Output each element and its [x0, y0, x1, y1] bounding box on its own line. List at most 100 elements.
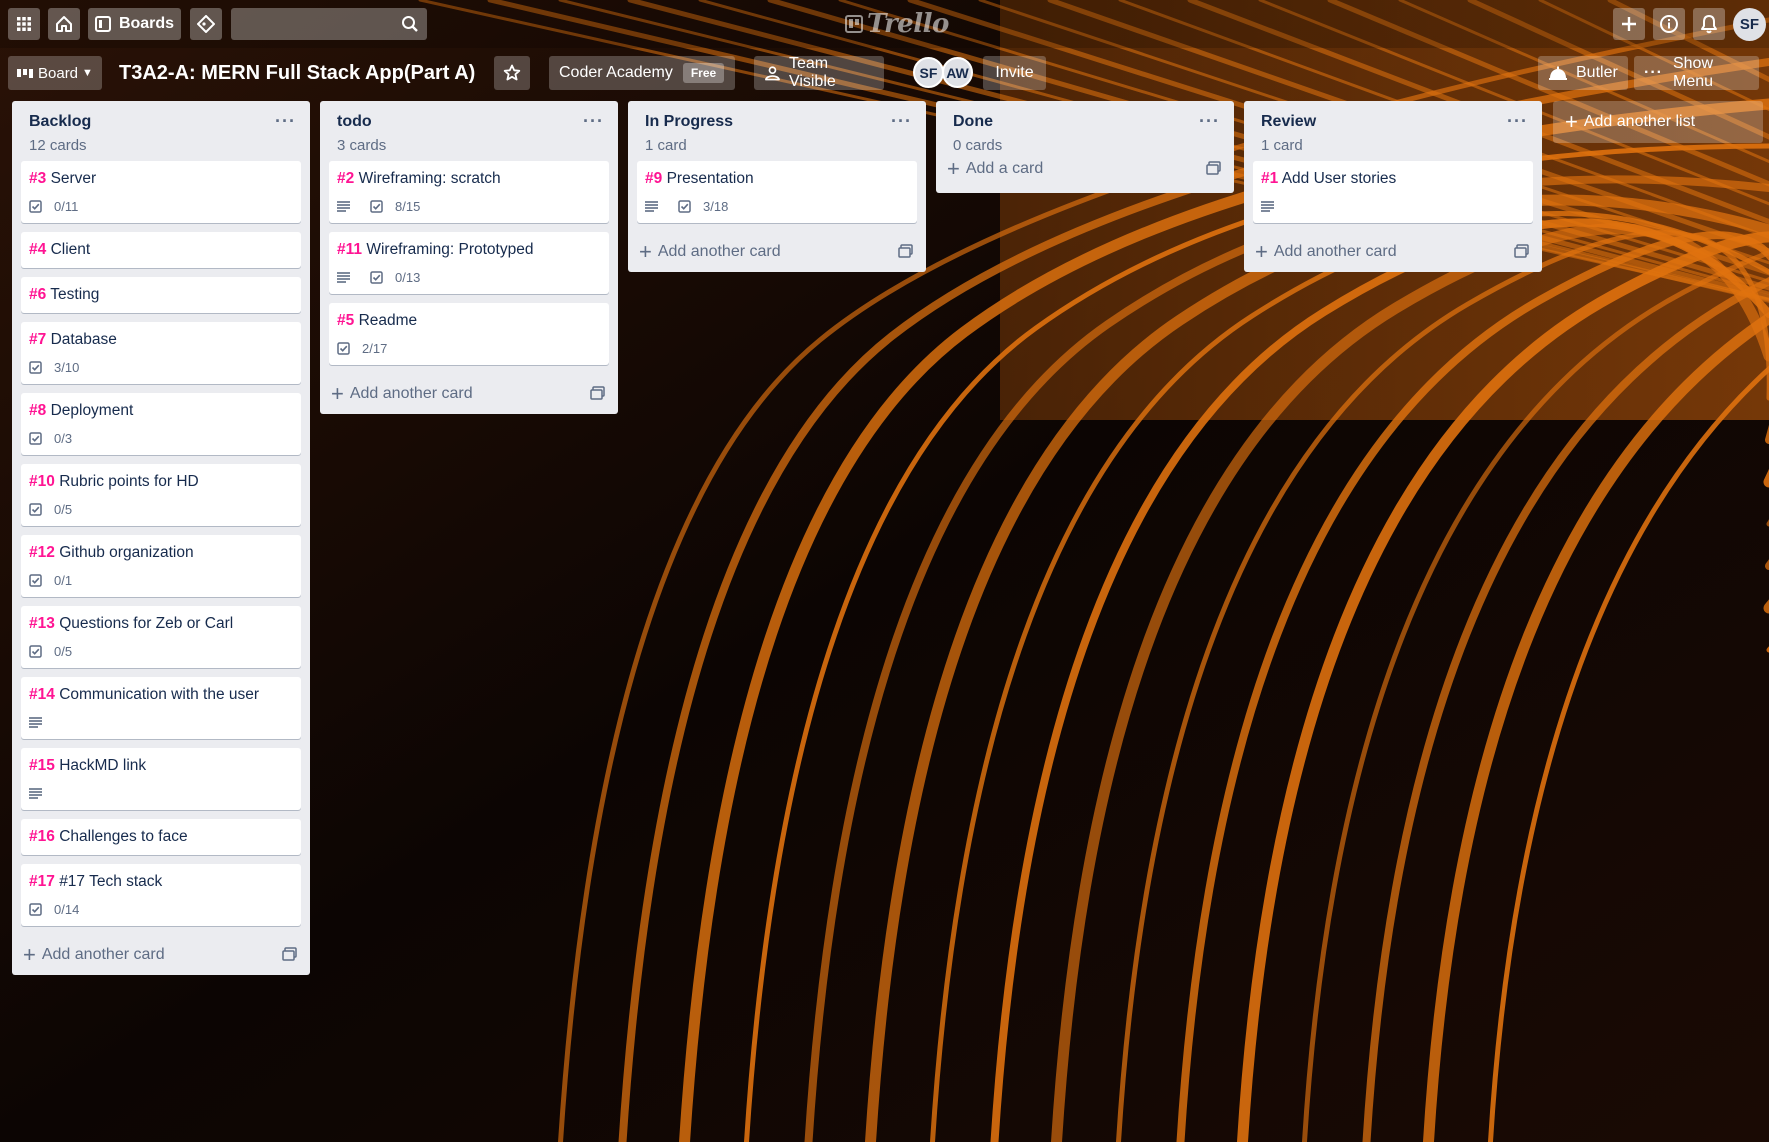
checklist-badge: 0/3: [29, 431, 72, 446]
card-template-icon[interactable]: [898, 244, 913, 263]
card[interactable]: #3 Server 0/11: [21, 161, 301, 223]
card-template-icon[interactable]: [1514, 244, 1529, 263]
chevron-down-icon: ▼: [82, 67, 93, 79]
browse-tag-icon[interactable]: [190, 8, 222, 40]
add-card-button[interactable]: + Add another card: [329, 374, 609, 414]
card[interactable]: #12 Github organization 0/1: [21, 535, 301, 597]
card-badges: [29, 782, 293, 804]
star-board-button[interactable]: [494, 56, 530, 90]
card[interactable]: #9 Presentation 3/18: [637, 161, 917, 223]
card-badges: 8/15: [337, 195, 601, 217]
list-menu-icon[interactable]: ···: [583, 111, 604, 132]
checklist-count: 3/10: [54, 359, 80, 375]
card[interactable]: #14 Communication with the user: [21, 677, 301, 739]
checklist-count: 2/17: [362, 340, 388, 356]
list-menu-icon[interactable]: ···: [891, 111, 912, 132]
member-avatar[interactable]: SF: [913, 57, 944, 88]
list-menu-icon[interactable]: ···: [275, 111, 296, 132]
visibility-button[interactable]: Team Visible: [754, 55, 884, 90]
boards-button[interactable]: Boards: [88, 8, 181, 40]
description-icon: [337, 200, 356, 212]
user-avatar[interactable]: SF: [1733, 8, 1766, 41]
add-card-label: Add another card: [657, 243, 781, 260]
list-name[interactable]: In Progress: [645, 113, 909, 131]
card[interactable]: #15 HackMD link: [21, 748, 301, 810]
board-title[interactable]: T3A2-A: MERN Full Stack App(Part A): [119, 56, 475, 90]
add-another-list-button[interactable]: + Add another list: [1553, 101, 1763, 143]
card-title-text: Add User stories: [1281, 170, 1397, 187]
card[interactable]: #17 #17 Tech stack 0/14: [21, 864, 301, 926]
checklist-badge: 0/5: [29, 502, 72, 517]
card-number: #17: [29, 873, 55, 890]
more-dots-icon: ···: [1644, 64, 1663, 81]
card-badges: 0/13: [337, 266, 601, 288]
list-menu-icon[interactable]: ···: [1199, 111, 1220, 132]
card-number: #12: [29, 544, 55, 561]
top-header-bar: Boards Trello SF: [0, 0, 1769, 48]
card-number: #8: [29, 402, 47, 419]
plus-icon: +: [947, 156, 960, 181]
card-template-icon[interactable]: [590, 386, 605, 405]
card[interactable]: #1 Add User stories: [1253, 161, 1533, 223]
butler-button[interactable]: Butler: [1538, 56, 1628, 90]
list-name[interactable]: Review: [1261, 113, 1525, 131]
invite-button[interactable]: Invite: [983, 56, 1046, 90]
checklist-count: 8/15: [395, 198, 421, 214]
card-title-text: Rubric points for HD: [59, 473, 199, 490]
card-title: #12 Github organization: [29, 543, 293, 563]
member-avatar[interactable]: AW: [942, 57, 973, 88]
member-initials: SF: [919, 64, 938, 81]
card-badges: 3/10: [29, 356, 293, 378]
boards-icon: [94, 16, 111, 32]
search-icon[interactable]: [401, 15, 419, 33]
checklist-badge: 0/5: [29, 644, 72, 659]
card-title: #10 Rubric points for HD: [29, 472, 293, 492]
card-template-icon[interactable]: [282, 947, 297, 966]
card[interactable]: #16 Challenges to face: [21, 819, 301, 855]
list-name[interactable]: Backlog: [29, 113, 293, 131]
card[interactable]: #8 Deployment 0/3: [21, 393, 301, 455]
card-badges: 0/5: [29, 498, 293, 520]
card[interactable]: #10 Rubric points for HD 0/5: [21, 464, 301, 526]
search-input[interactable]: [231, 8, 397, 40]
list-backlog: Backlog 12 cards ··· #3 Server 0/11 #4 Client…: [12, 101, 310, 975]
card[interactable]: #11 Wireframing: Prototyped 0/13: [329, 232, 609, 294]
add-card-button[interactable]: + Add another card: [21, 935, 301, 975]
card[interactable]: #6 Testing: [21, 277, 301, 313]
add-card-button[interactable]: + Add a card: [945, 149, 1225, 189]
add-card-button[interactable]: + Add another card: [637, 232, 917, 272]
notifications-bell-icon[interactable]: [1693, 8, 1725, 40]
card[interactable]: #4 Client: [21, 232, 301, 268]
add-card-label: Add a card: [965, 160, 1044, 177]
user-avatar-initials: SF: [1739, 16, 1760, 33]
card-badges: 0/11: [29, 195, 293, 217]
card[interactable]: #5 Readme 2/17: [329, 303, 609, 365]
card[interactable]: #13 Questions for Zeb or Carl 0/5: [21, 606, 301, 668]
description-icon: [645, 200, 664, 212]
card-title: #14 Communication with the user: [29, 685, 293, 705]
team-button[interactable]: Coder Academy Free: [549, 56, 735, 90]
list-name[interactable]: todo: [337, 113, 601, 131]
checklist-count: 0/3: [54, 430, 73, 446]
create-plus-icon[interactable]: [1613, 8, 1645, 40]
card-badges: 0/3: [29, 427, 293, 449]
search-box: [231, 8, 427, 40]
card[interactable]: #7 Database 3/10: [21, 322, 301, 384]
card[interactable]: #2 Wireframing: scratch 8/15: [329, 161, 609, 223]
visibility-label: Team Visible: [788, 55, 836, 90]
home-icon[interactable]: [48, 8, 80, 40]
description-icon: [29, 716, 48, 728]
list-menu-icon[interactable]: ···: [1507, 111, 1528, 132]
team-plan-badge: Free: [682, 63, 725, 83]
board-menu-button[interactable]: Board ▼: [8, 56, 102, 90]
list-header: In Progress 1 card ···: [628, 101, 926, 161]
trello-logo[interactable]: Trello: [845, 8, 949, 40]
info-icon[interactable]: [1653, 8, 1685, 40]
show-menu-button[interactable]: ··· Show Menu: [1634, 55, 1759, 90]
list-name[interactable]: Done: [953, 113, 1217, 131]
apps-grid-icon[interactable]: [8, 8, 40, 40]
card-title-text: Server: [50, 170, 97, 187]
add-card-button[interactable]: + Add another card: [1253, 232, 1533, 272]
card-template-icon[interactable]: [1206, 161, 1221, 180]
card-title: #15 HackMD link: [29, 756, 293, 776]
